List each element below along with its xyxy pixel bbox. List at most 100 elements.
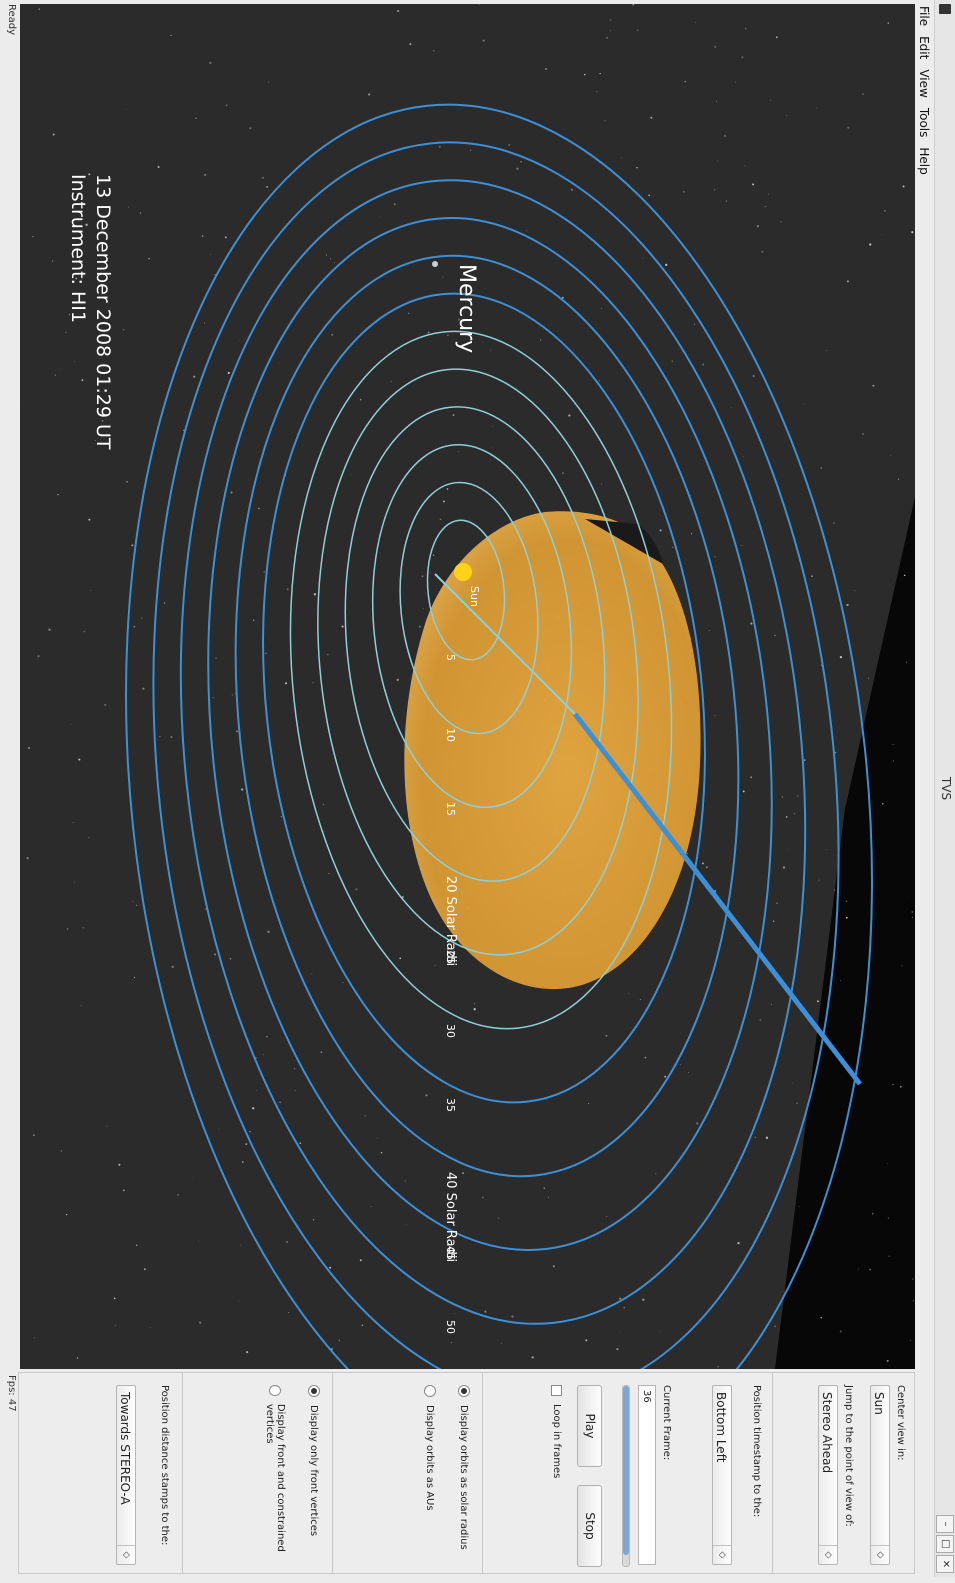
star [754,1136,756,1138]
star [774,634,776,637]
menu-view[interactable]: View [918,69,932,97]
star [741,56,744,59]
star [457,451,459,452]
stop-button[interactable]: Stop [577,1485,602,1567]
star [691,533,693,535]
star [858,1268,859,1270]
jump-label: Jump to the point of view of: [843,1385,854,1527]
star [750,776,753,779]
orbits-solar-radio[interactable] [458,1385,470,1397]
star [268,81,270,83]
star [902,185,905,188]
menu-tools[interactable]: Tools [918,108,932,138]
star [911,231,914,234]
star [70,724,72,726]
center-view-combo[interactable]: Sun ◇ [870,1385,890,1565]
star [201,235,204,237]
star [903,574,906,577]
star [696,1122,699,1125]
star [81,379,84,381]
star [294,1068,296,1070]
star [355,888,358,891]
star [596,90,598,93]
star [619,1297,622,1300]
star [240,788,244,791]
star [65,331,67,333]
star [833,522,835,524]
star [20,405,22,407]
star [682,190,685,193]
star [286,588,289,591]
star [133,625,136,628]
distance-stamp-combo[interactable]: Towards STEREO-A ◇ [116,1385,136,1565]
menu-help[interactable]: Help [918,147,932,174]
star [708,630,710,631]
orbits-au-radio[interactable] [424,1385,436,1397]
menu-edit[interactable]: Edit [918,36,932,59]
front-only-radio[interactable] [308,1385,320,1397]
star [543,1187,545,1189]
maximize-icon[interactable]: □ [936,1535,954,1553]
combo-arrows-icon: ◇ [713,1545,731,1564]
3d-viewport[interactable]: Sun 5 10 15 20 Solar Radii 25 30 35 40 Solar Ra… [20,4,915,1369]
star [82,927,84,929]
star [609,18,612,21]
star [847,126,850,129]
star [604,120,606,122]
star [887,1217,889,1219]
star [240,1244,242,1246]
menu-file[interactable]: File [918,6,932,26]
star [601,308,603,310]
orbits-solar-row[interactable]: Display orbits as solar radius [458,1385,470,1550]
minimize-icon[interactable]: – [936,1515,954,1533]
star [210,254,212,255]
frame-slider[interactable] [622,1385,630,1567]
star [562,472,564,474]
star [404,1180,406,1182]
play-button[interactable]: Play [577,1385,602,1467]
star [606,36,608,39]
star [323,831,325,832]
star [58,367,60,369]
star [253,619,255,621]
star [258,507,260,509]
star [750,622,753,625]
star [52,260,54,262]
star [648,194,651,197]
star [231,694,233,696]
star [861,433,864,435]
star [266,1036,268,1038]
star [881,233,882,235]
star [911,916,913,918]
star [279,1101,281,1104]
view-group: Center view in: Sun ◇ Jump to the point … [771,1372,915,1574]
star [237,1300,239,1302]
star [498,1217,500,1219]
star [714,556,716,558]
star [470,149,472,151]
star [717,1366,719,1368]
star [606,1215,608,1218]
star [531,1356,534,1359]
star [267,930,270,934]
close-icon[interactable]: ✕ [936,1555,954,1573]
star [796,1102,798,1104]
front-only-row[interactable]: Display only front vertices [308,1385,320,1536]
status-bar: Ready Fps: 47 [0,0,20,1577]
loop-frames-row[interactable]: Loop in frames [551,1385,562,1478]
star [192,1177,194,1178]
timestamp-position-combo[interactable]: Bottom Left ◇ [712,1385,732,1565]
radius-label: 5 [444,654,457,661]
star [671,546,674,549]
combo-arrows-icon: ◇ [117,1545,135,1564]
star [764,206,766,208]
front-constrained-radio[interactable] [269,1385,281,1396]
star [447,334,449,337]
star [239,340,241,342]
current-frame-spinbox[interactable]: 36 [638,1385,656,1565]
star [820,467,823,469]
orbits-au-row[interactable]: Display orbits as AUs [424,1385,436,1511]
loop-frames-checkbox[interactable] [551,1385,562,1396]
jump-combo[interactable]: Stereo Ahead ◇ [818,1385,838,1565]
front-constrained-row[interactable]: Display front and constrained vertices [264,1385,286,1573]
